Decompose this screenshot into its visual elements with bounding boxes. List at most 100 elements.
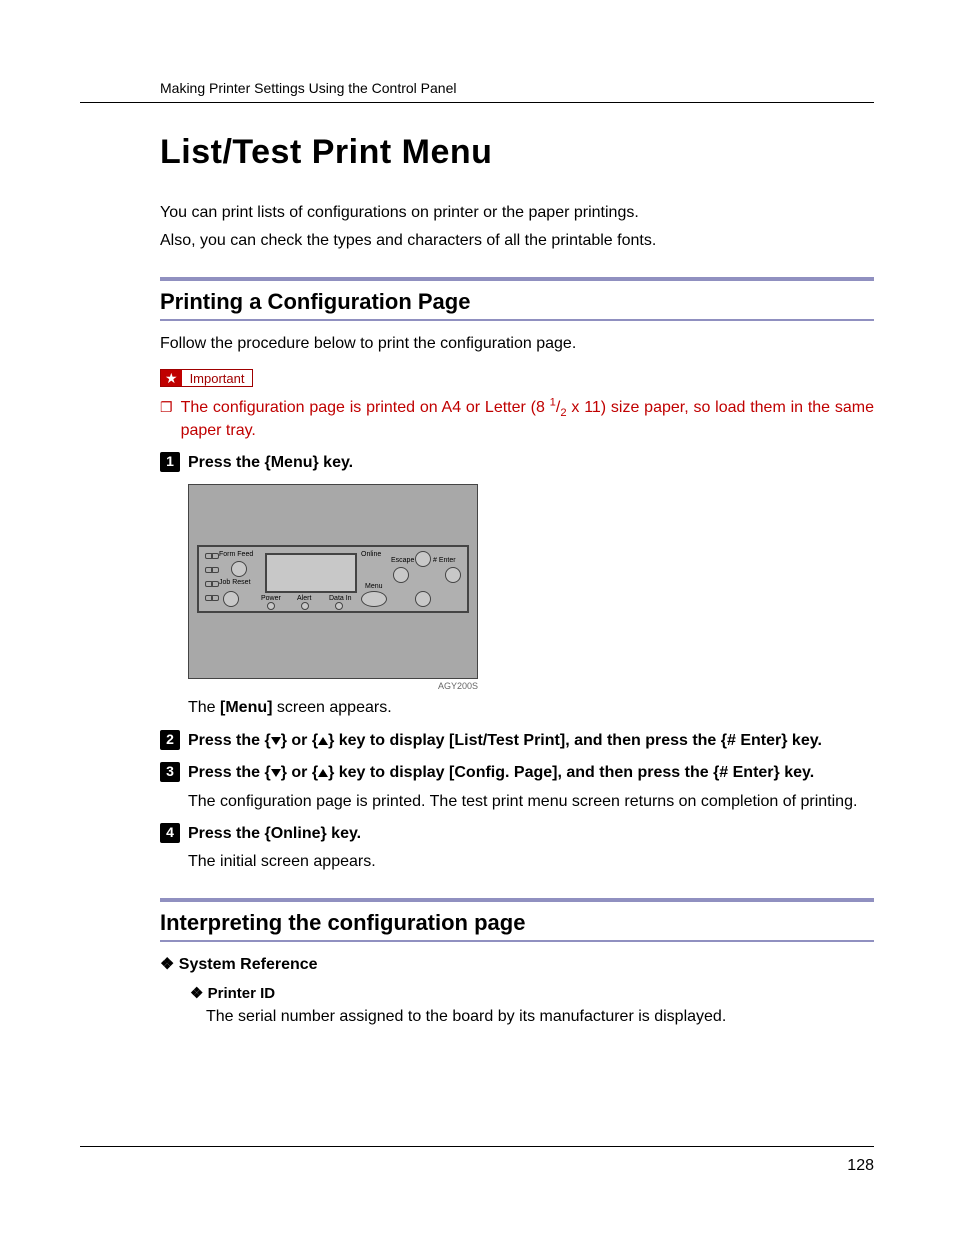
down-key: {} xyxy=(264,732,286,749)
panel-button-enter xyxy=(445,567,461,583)
t: or xyxy=(287,764,312,781)
important-label: Important xyxy=(182,371,253,386)
step-number-icon: 4 xyxy=(160,823,180,843)
section-rule xyxy=(160,277,874,281)
t: Press the xyxy=(188,764,264,781)
section-heading-1: Printing a Configuration Page xyxy=(160,289,874,315)
step-number-icon: 2 xyxy=(160,730,180,750)
enter-key: {# Enter} xyxy=(721,732,788,749)
step-1-body: The [Menu] screen appears. xyxy=(188,697,874,719)
panel-label-online: Online xyxy=(361,551,381,558)
section-heading-2: Interpreting the configuration page xyxy=(160,910,874,936)
panel-led xyxy=(211,581,219,587)
arrow-up-icon xyxy=(318,737,328,745)
t: System Reference xyxy=(179,956,318,973)
panel-led xyxy=(211,567,219,573)
step-1-suffix: key. xyxy=(319,454,353,471)
step-number-icon: 1 xyxy=(160,452,180,472)
note-bullet-icon: ❐ xyxy=(160,399,173,442)
panel-label-enter: # Enter xyxy=(433,557,456,564)
panel-indicator-alert xyxy=(301,602,309,610)
step-1-title: Press the {Menu} key. xyxy=(188,452,353,474)
intro-line-1: You can print lists of configurations on… xyxy=(160,202,874,224)
panel-lcd xyxy=(265,553,357,593)
t: Printer ID xyxy=(208,985,276,1002)
up-key: {} xyxy=(312,732,334,749)
panel-indicator-power xyxy=(267,602,275,610)
panel-label-escape: Escape xyxy=(391,557,414,564)
important-badge: ★ Important xyxy=(160,369,253,387)
running-head: Making Printer Settings Using the Contro… xyxy=(160,80,874,96)
intro-line-2: Also, you can check the types and charac… xyxy=(160,230,874,252)
important-note-text: The configuration page is printed on A4 … xyxy=(181,397,874,442)
important-note: ❐ The configuration page is printed on A… xyxy=(160,397,874,442)
step-3: 3 Press the {} or {} key to display [Con… xyxy=(160,762,874,813)
list-item-printer-id-body: The serial number assigned to the board … xyxy=(206,1006,874,1028)
control-panel: Form Feed Job Reset Power xyxy=(188,484,478,679)
control-panel-figure: Form Feed Job Reset Power xyxy=(188,484,478,691)
panel-button-up xyxy=(415,551,431,567)
step-3-title: Press the {} or {} key to display [Confi… xyxy=(188,762,814,784)
figure-id: AGY200S xyxy=(188,681,478,691)
list-item-head: ❖ System Reference xyxy=(160,956,318,973)
panel-button-down xyxy=(415,591,431,607)
section-rule xyxy=(160,898,874,902)
t: Press the xyxy=(188,732,264,749)
enter-key: {# Enter} xyxy=(713,764,780,781)
t: key. xyxy=(327,825,361,842)
page-title: List/Test Print Menu xyxy=(160,133,874,172)
panel-led xyxy=(211,553,219,559)
section-rule-thin xyxy=(160,319,874,321)
t: , and then press the xyxy=(565,732,721,749)
step-1-key: {Menu} xyxy=(264,454,318,471)
panel-button-escape xyxy=(393,567,409,583)
section-lead: Follow the procedure below to print the … xyxy=(160,333,874,355)
panel-label-job-reset: Job Reset xyxy=(219,579,251,586)
note-frac-num: 1 xyxy=(550,397,556,409)
down-key: {} xyxy=(264,764,286,781)
list-item-head: ❖ Printer ID xyxy=(190,985,275,1002)
t: or xyxy=(287,732,312,749)
intro-block: You can print lists of configurations on… xyxy=(160,202,874,253)
list-item-printer-id: ❖ Printer ID xyxy=(190,984,874,1002)
panel-indicator-data-in xyxy=(335,602,343,610)
step-4: 4 Press the {Online} key. The initial sc… xyxy=(160,823,874,874)
panel-label-alert: Alert xyxy=(297,595,311,602)
step-1-prefix: Press the xyxy=(188,454,264,471)
step-4-body: The initial screen appears. xyxy=(188,851,874,873)
list-item-system-reference: ❖ System Reference xyxy=(160,954,874,974)
step-1-head: 1 Press the {Menu} key. xyxy=(160,452,874,474)
panel-label-menu: Menu xyxy=(365,583,383,590)
t: [List/Test Print] xyxy=(449,732,565,749)
online-key: {Online} xyxy=(264,825,326,842)
arrow-up-icon xyxy=(318,769,328,777)
step-2-head: 2 Press the {} or {} key to display [Lis… xyxy=(160,730,874,752)
panel-label-data-in: Data In xyxy=(329,595,352,602)
panel-button-job-reset xyxy=(223,591,239,607)
section-rule-thin xyxy=(160,940,874,942)
step-2-title: Press the {} or {} key to display [List/… xyxy=(188,730,822,752)
step-2: 2 Press the {} or {} key to display [Lis… xyxy=(160,730,874,752)
step-1-body-prefix: The xyxy=(188,699,220,716)
note-prefix: The configuration page is printed on A4 … xyxy=(181,399,550,416)
control-panel-inner: Form Feed Job Reset Power xyxy=(197,545,469,613)
step-3-body: The configuration page is printed. The t… xyxy=(188,791,874,813)
step-4-title: Press the {Online} key. xyxy=(188,823,361,845)
t: Press the xyxy=(188,825,264,842)
page-number: 128 xyxy=(847,1157,874,1175)
star-icon: ★ xyxy=(161,370,182,386)
top-rule xyxy=(80,102,874,103)
t: [Config. Page] xyxy=(449,764,557,781)
panel-label-power: Power xyxy=(261,595,281,602)
step-1: 1 Press the {Menu} key. Form Feed Job Re… xyxy=(160,452,874,720)
t: , and then press the xyxy=(557,764,713,781)
t: key to display xyxy=(334,732,449,749)
up-key: {} xyxy=(312,764,334,781)
step-3-head: 3 Press the {} or {} key to display [Con… xyxy=(160,762,874,784)
step-number-icon: 3 xyxy=(160,762,180,782)
panel-button-menu xyxy=(361,591,387,607)
t: key to display xyxy=(334,764,449,781)
arrow-down-icon xyxy=(271,737,281,745)
content-area: List/Test Print Menu You can print lists… xyxy=(160,133,874,1028)
step-1-body-suffix: screen appears. xyxy=(272,699,391,716)
